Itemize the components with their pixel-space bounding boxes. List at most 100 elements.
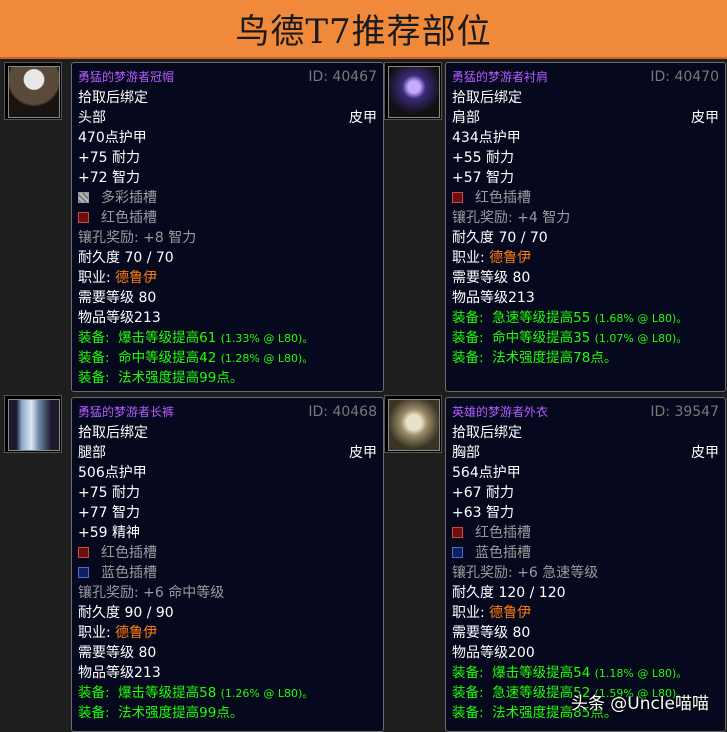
socket-bonus: 镶孔奖励: +6 急速等级	[452, 565, 599, 581]
bind-type: 拾取后绑定	[452, 90, 522, 106]
equip-label: 装备:	[78, 370, 110, 386]
equip-effect: 装备: 爆击等级提高54 (1.18% @ L80)。	[452, 663, 719, 683]
durability: 耐久度 70 / 70	[452, 230, 548, 246]
equip-label: 装备:	[78, 705, 110, 721]
stat-line: +57 智力	[452, 170, 514, 186]
class-row: 职业: 德鲁伊	[452, 248, 719, 268]
legs-icon	[8, 399, 60, 451]
equip-label: 装备:	[452, 705, 484, 721]
armor-type: 皮甲	[691, 110, 719, 126]
bind-type: 拾取后绑定	[78, 425, 148, 441]
class-label: 职业:	[78, 625, 116, 641]
class-row: 职业: 德鲁伊	[78, 268, 377, 288]
socket-row: 蓝色插槽	[78, 563, 377, 583]
equip-label: 装备:	[452, 310, 484, 326]
equip-label: 装备:	[78, 350, 110, 366]
equip-rating-pct: (1.68% @ L80)。	[594, 312, 688, 325]
shoulder-icon	[388, 66, 440, 118]
stat-line: +59 精神	[78, 525, 140, 541]
equip-label: 装备:	[78, 685, 110, 701]
durability: 耐久度 70 / 70	[78, 250, 174, 266]
item-name[interactable]: 英雄的梦游者外衣	[452, 403, 548, 421]
socket-bonus: 镶孔奖励: +4 智力	[452, 210, 571, 226]
title-banner: 鸟德T7推荐部位	[0, 0, 727, 59]
equip-effect: 装备: 爆击等级提高61 (1.33% @ L80)。	[78, 328, 377, 348]
watermark: 头条 @Uncle喵喵	[570, 694, 709, 714]
equip-slot: 腿部	[78, 445, 106, 461]
blue-socket-icon	[452, 547, 463, 558]
item-name[interactable]: 勇猛的梦游者冠帽	[78, 68, 174, 86]
item-name[interactable]: 勇猛的梦游者衬肩	[452, 68, 548, 86]
socket-row: 红色插槽	[452, 188, 719, 208]
bind-type: 拾取后绑定	[452, 425, 522, 441]
armor-value: 470点护甲	[78, 130, 147, 146]
tooltip-header: 勇猛的梦游者冠帽 ID: 40467	[78, 68, 377, 88]
equip-effect: 装备: 急速等级提高55 (1.68% @ L80)。	[452, 308, 719, 328]
equip-rating-pct: (1.28% @ L80)。	[220, 352, 314, 365]
red-socket-icon	[452, 527, 463, 538]
item-id: ID: 40467	[308, 69, 377, 85]
durability: 耐久度 120 / 120	[452, 585, 566, 601]
equip-text: 法术强度提高78点。	[492, 350, 618, 366]
item-icon-frame[interactable]	[384, 395, 442, 453]
armor-value: 434点护甲	[452, 130, 521, 146]
equip-text: 爆击等级提高54	[492, 665, 591, 681]
stat-line: +77 智力	[78, 505, 140, 521]
stat-line: +67 耐力	[452, 485, 514, 501]
class-name: 德鲁伊	[115, 270, 158, 286]
equip-effect: 装备: 法术强度提高99点。	[78, 703, 377, 723]
item-level: 物品等级213	[78, 665, 161, 681]
class-label: 职业:	[78, 270, 116, 286]
equip-effect: 装备: 法术强度提高99点。	[78, 368, 377, 388]
socket-label: 蓝色插槽	[475, 545, 531, 561]
page-title: 鸟德T7推荐部位	[235, 12, 492, 52]
item-icon-frame[interactable]	[384, 62, 442, 120]
required-level: 需要等级 80	[78, 290, 157, 306]
socket-row: 多彩插槽	[78, 188, 377, 208]
socket-label: 红色插槽	[475, 190, 531, 206]
red-socket-icon	[78, 547, 89, 558]
socket-label: 红色插槽	[101, 210, 157, 226]
item-level: 物品等级213	[452, 290, 535, 306]
item-name[interactable]: 勇猛的梦游者长裤	[78, 403, 174, 421]
class-label: 职业:	[452, 605, 490, 621]
armor-type: 皮甲	[691, 445, 719, 461]
required-level: 需要等级 80	[78, 645, 157, 661]
item-icon-frame[interactable]	[4, 395, 62, 453]
class-name: 德鲁伊	[489, 250, 532, 266]
equip-slot: 胸部	[452, 445, 480, 461]
equip-text: 爆击等级提高61	[118, 330, 217, 346]
item-tooltip: 勇猛的梦游者冠帽 ID: 40467 拾取后绑定 头部 皮甲 470点护甲 +75 耐力 +7…	[71, 62, 384, 392]
class-label: 职业:	[452, 250, 490, 266]
equip-text: 爆击等级提高58	[118, 685, 217, 701]
tooltip-header: 勇猛的梦游者衬肩 ID: 40470	[452, 68, 719, 88]
socket-row: 蓝色插槽	[452, 543, 719, 563]
item-icon-frame[interactable]	[4, 62, 62, 120]
armor-value: 506点护甲	[78, 465, 147, 481]
item-level: 物品等级213	[78, 310, 161, 326]
blue-socket-icon	[78, 567, 89, 578]
helm-icon	[8, 66, 60, 118]
equip-text: 法术强度提高99点。	[118, 370, 244, 386]
slot-row: 胸部 皮甲	[452, 443, 719, 463]
meta-socket-icon	[78, 192, 89, 203]
equip-label: 装备:	[452, 665, 484, 681]
required-level: 需要等级 80	[452, 625, 531, 641]
equip-effect: 装备: 命中等级提高35 (1.07% @ L80)。	[452, 328, 719, 348]
equip-label: 装备:	[452, 685, 484, 701]
class-name: 德鲁伊	[115, 625, 158, 641]
socket-label: 多彩插槽	[101, 190, 157, 206]
slot-row: 头部 皮甲	[78, 108, 377, 128]
equip-effect: 装备: 爆击等级提高58 (1.26% @ L80)。	[78, 683, 377, 703]
equip-label: 装备:	[452, 330, 484, 346]
equip-text: 法术强度提高99点。	[118, 705, 244, 721]
equip-rating-pct: (1.18% @ L80)。	[594, 667, 688, 680]
tooltip-header: 勇猛的梦游者长裤 ID: 40468	[78, 403, 377, 423]
armor-type: 皮甲	[349, 110, 377, 126]
armor-type: 皮甲	[349, 445, 377, 461]
socket-label: 蓝色插槽	[101, 565, 157, 581]
class-row: 职业: 德鲁伊	[78, 623, 377, 643]
equip-label: 装备:	[452, 350, 484, 366]
equip-text: 命中等级提高35	[492, 330, 591, 346]
item-id: ID: 39547	[650, 404, 719, 420]
